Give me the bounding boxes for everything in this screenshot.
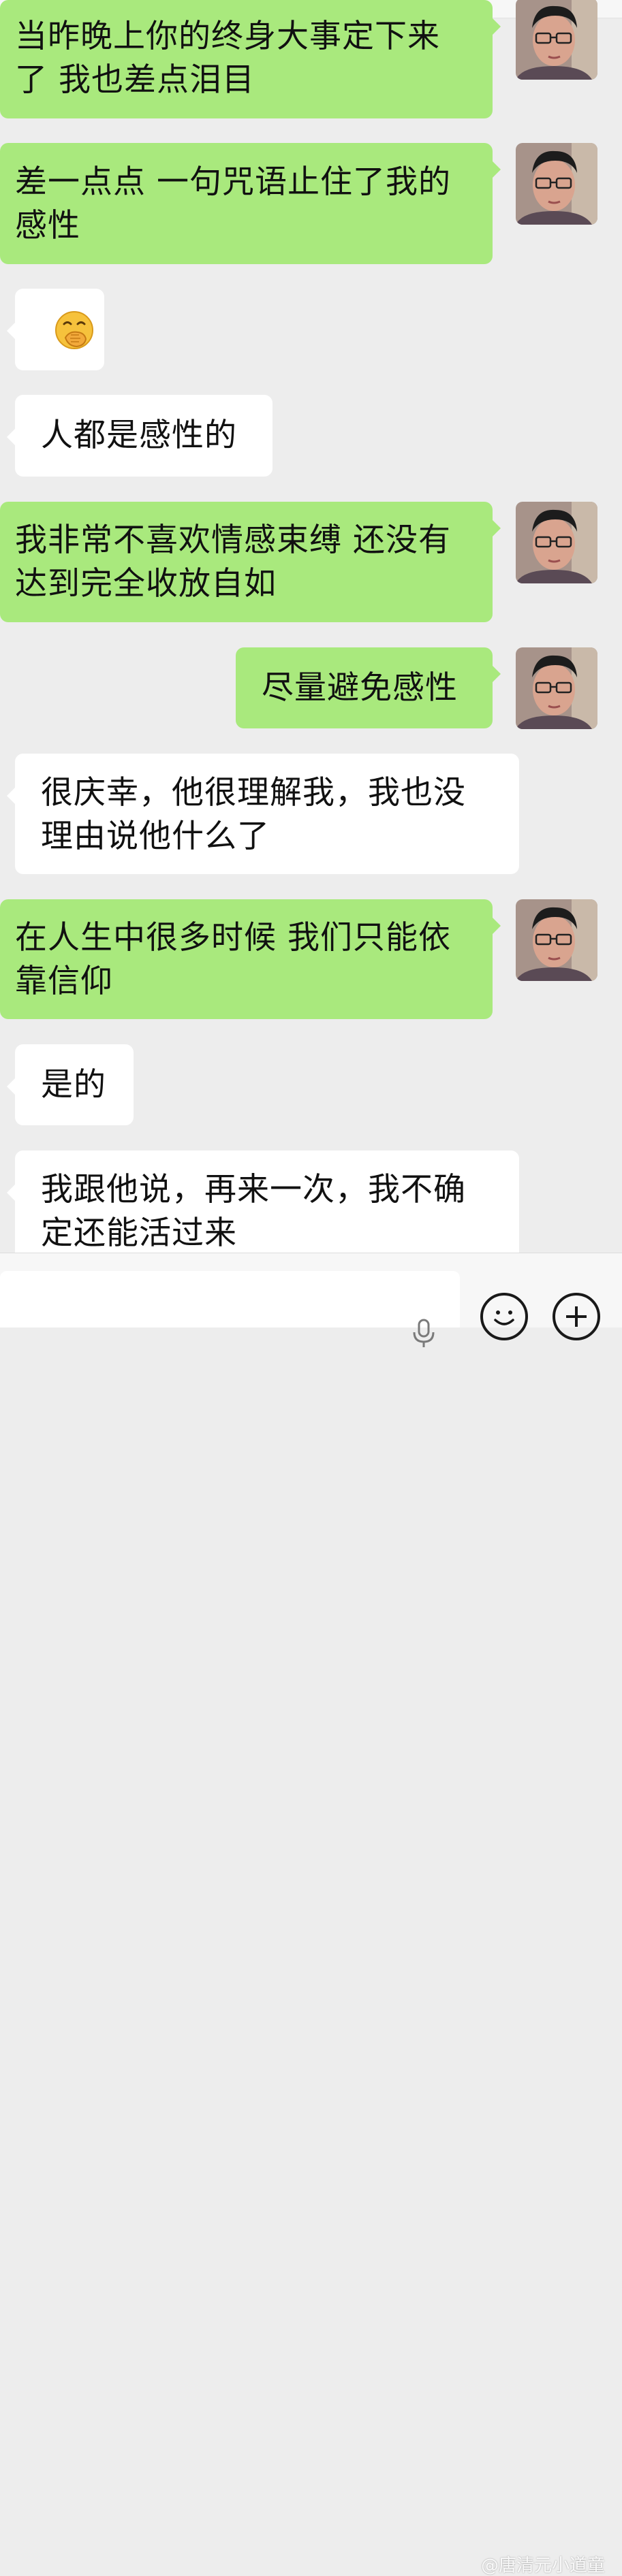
message-bubble-outgoing[interactable]: 当昨晚上你的终身大事定下来了 我也差点泪目 — [0, 0, 501, 118]
message-text: 差一点点 一句咒语止住了我的感性 — [15, 163, 451, 244]
message-text: 是的 — [41, 1066, 106, 1104]
message-input[interactable] — [0, 1271, 460, 1347]
avatar[interactable] — [516, 143, 597, 225]
avatar[interactable] — [516, 899, 597, 981]
watermark: @唐清元小道童 — [481, 2556, 606, 2576]
message-bubble-incoming[interactable]: 人都是感性的 — [7, 395, 273, 477]
avatar[interactable] — [516, 647, 597, 729]
avatar[interactable] — [516, 0, 597, 80]
emoji-button[interactable] — [480, 1293, 528, 1340]
message-text: 我非常不喜欢情感束缚 还没有达到完全收放自如 — [15, 521, 451, 602]
message-bubble-outgoing[interactable]: 差一点点 一句咒语止住了我的感性 — [0, 143, 501, 264]
face-with-hand-over-mouth-icon — [55, 311, 93, 349]
input-bar: @唐清元小道童 — [0, 1253, 622, 2576]
message-text: 人都是感性的 — [41, 417, 237, 454]
plus-icon — [566, 1306, 587, 1327]
message-bubble-incoming[interactable]: 是的 — [7, 1044, 134, 1125]
message-bubble-incoming[interactable]: 很庆幸，他很理解我，我也没理由说他什么了 — [7, 754, 519, 874]
smiley-icon — [494, 1310, 514, 1325]
message-bubble-outgoing[interactable]: 在人生中很多时候 我们只能依靠信仰 — [0, 899, 501, 1019]
message-text: 当昨晚上你的终身大事定下来了 我也差点泪目 — [15, 18, 440, 99]
message-text: 在人生中很多时候 我们只能依靠信仰 — [15, 919, 451, 1000]
message-text: 很庆幸，他很理解我，我也没理由说他什么了 — [41, 774, 466, 855]
plus-button[interactable] — [553, 1293, 600, 1340]
message-bubble-outgoing[interactable]: 尽量避免感性 — [236, 647, 501, 728]
message-bubble-incoming[interactable]: 我跟他说，再来一次，我不确定还能活过来 — [7, 1150, 519, 1253]
message-bubble-incoming[interactable] — [7, 289, 104, 370]
avatar[interactable] — [516, 502, 597, 583]
chat-area[interactable]: 当昨晚上你的终身大事定下来了 我也差点泪目 差一点点 一句咒语止住了我的感性 人… — [0, 0, 622, 1253]
message-bubble-outgoing[interactable]: 我非常不喜欢情感束缚 还没有达到完全收放自如 — [0, 502, 501, 622]
microphone-icon[interactable] — [409, 1319, 439, 1349]
message-text: 我跟他说，再来一次，我不确定还能活过来 — [41, 1171, 466, 1252]
message-text: 尽量避免感性 — [262, 669, 458, 707]
